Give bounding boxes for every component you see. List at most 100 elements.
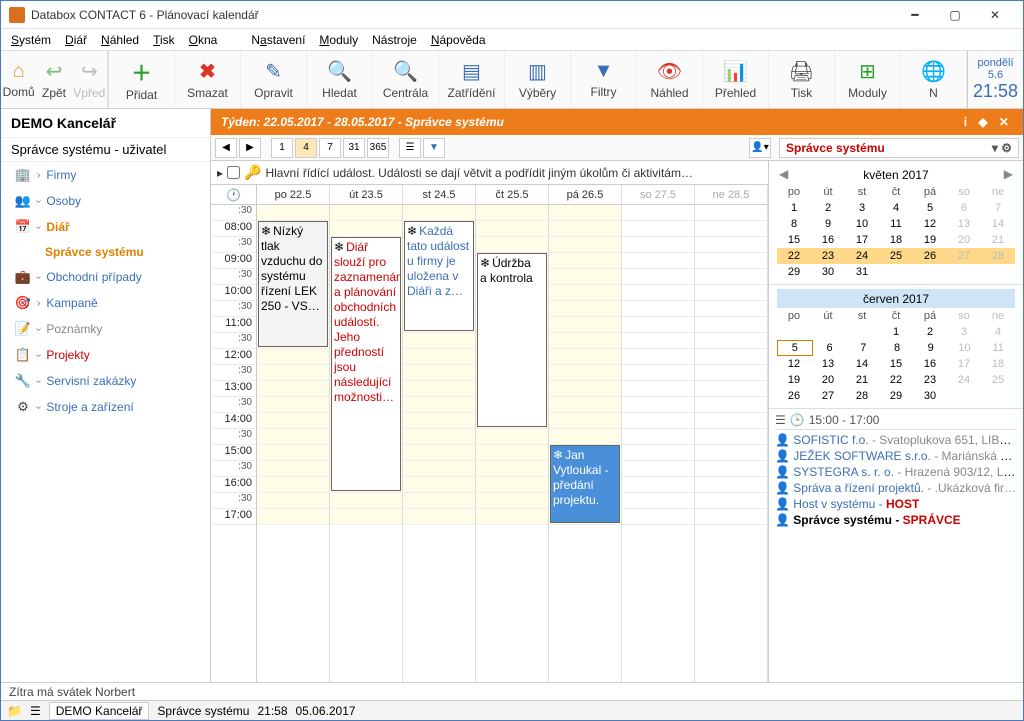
day-col-sat[interactable]: so 27.5: [622, 185, 695, 682]
info-checkbox[interactable]: [227, 166, 240, 179]
sidebar-item-obchodni[interactable]: 💼›Obchodní případy: [1, 264, 210, 290]
calendar-grid[interactable]: 🕐 :3008:00:3009:00:3010:00:3011:00:3012:…: [211, 185, 768, 682]
sidebar-item-osoby[interactable]: 👥›Osoby: [1, 188, 210, 214]
minimize-button[interactable]: ━: [895, 3, 935, 27]
list-small-icon[interactable]: ☰: [30, 704, 41, 718]
user-select[interactable]: Správce systému▾ ⚙: [779, 138, 1019, 158]
event[interactable]: ❄Údržbaa kontrola: [477, 253, 547, 427]
tool-delete[interactable]: ✖Smazat: [175, 51, 241, 108]
menu-diary[interactable]: Diář: [59, 31, 93, 49]
mini-calendar-jun[interactable]: červen 2017 poútstčtpásone 1234567891011…: [769, 285, 1023, 409]
clock-date: 5.6: [988, 69, 1003, 81]
day-col-sun[interactable]: ne 28.5: [695, 185, 768, 682]
taskbar-office[interactable]: DEMO Kancelář: [49, 702, 150, 720]
nav-back[interactable]: ↩Zpět: [36, 51, 71, 108]
view-month31[interactable]: 31: [343, 138, 365, 158]
cal-next[interactable]: ▶: [1004, 167, 1013, 181]
task-item[interactable]: 👤 JEŽEK SOFTWARE s.r.o. - Mariánská 323…: [775, 448, 1017, 464]
tool-funnel[interactable]: ▼: [423, 138, 445, 158]
tool-view[interactable]: 👁Náhled: [637, 51, 703, 108]
clock-icon: 🕐: [211, 185, 256, 205]
event[interactable]: ❄JanVytloukal - předání projektu.: [550, 445, 620, 523]
menu-tools[interactable]: Nástroje: [366, 31, 423, 49]
view-day1[interactable]: 1: [271, 138, 293, 158]
note-icon: 📝: [15, 321, 31, 337]
menu-system[interactable]: Systém: [5, 31, 57, 49]
task-item[interactable]: 👤 SYSTEGRA s. r. o. - Hrazená 903/12, Li…: [775, 464, 1017, 480]
tool-select[interactable]: ▥Výběry: [505, 51, 571, 108]
sidebar: DEMO Kancelář Správce systému - uživatel…: [1, 109, 211, 682]
sidebar-item-kampane[interactable]: 🎯›Kampaně: [1, 290, 210, 316]
toolbar: ⌂Domů ↩Zpět ↪Vpřed ＋Přidat ✖Smazat ✎Opra…: [1, 51, 1023, 109]
tool-print[interactable]: 🖨Tisk: [769, 51, 835, 108]
menu-windows[interactable]: Okna: [183, 31, 224, 49]
tool-list[interactable]: ☰: [399, 138, 421, 158]
maximize-button[interactable]: ▢: [935, 3, 975, 27]
menu-help[interactable]: Nápověda: [425, 31, 492, 49]
sidebar-item-spravce[interactable]: Správce systému: [1, 240, 210, 264]
event[interactable]: ❄Nízkýtlak vzduchu do systému řízení LEK…: [258, 221, 328, 347]
week-title: Týden: 22.05.2017 - 28.05.2017 - Správce…: [221, 115, 504, 129]
tool-filter[interactable]: ▼Filtry: [571, 51, 637, 108]
info-row: ▸ 🔑 Hlavní řídící událost. Události se d…: [211, 161, 768, 185]
task-item[interactable]: 👤 Správa a řízení projektů. - .Ukázková …: [775, 480, 1017, 496]
view-year[interactable]: 365: [367, 138, 389, 158]
event[interactable]: ❄Diářslouží pro zaznamenání a plánování …: [331, 237, 401, 491]
service-icon: 🔧: [15, 373, 31, 389]
app-icon: [9, 7, 25, 23]
task-item[interactable]: 👤 Správce systému - SPRÁVCE: [775, 512, 1017, 528]
tool-edit[interactable]: ✎Opravit: [241, 51, 307, 108]
sidebar-item-projekty[interactable]: 📋›Projekty: [1, 342, 210, 368]
day-col-tue[interactable]: út 23.5❄Diářslouží pro zaznamenání a plá…: [330, 185, 403, 682]
sidebar-item-diar[interactable]: 📅›Diář: [1, 214, 210, 240]
task-item[interactable]: 👤 Host v systému - HOST: [775, 496, 1017, 512]
day-col-fri[interactable]: pá 26.5❄JanVytloukal - předání projektu.: [549, 185, 622, 682]
sidebar-item-stroje[interactable]: ⚙›Stroje a zařízení: [1, 394, 210, 420]
nav-next[interactable]: ▶: [239, 138, 261, 158]
menu-view[interactable]: Náhled: [95, 31, 145, 49]
key-icon: 🔑: [244, 164, 261, 181]
nav-forward[interactable]: ↪Vpřed: [72, 51, 107, 108]
mini-calendar-may[interactable]: ◀květen 2017▶ poútstčtpásone 12345678910…: [769, 161, 1023, 285]
toolbar-clock: pondělí 5.6 21:58: [967, 51, 1023, 108]
tool-n[interactable]: 🌐N: [901, 51, 967, 108]
menu-modules[interactable]: Moduly: [313, 31, 364, 49]
tool-find[interactable]: 🔍Hledat: [307, 51, 373, 108]
time-column: 🕐 :3008:00:3009:00:3010:00:3011:00:3012:…: [211, 185, 257, 682]
tool-add[interactable]: ＋Přidat: [109, 51, 175, 108]
user-icon[interactable]: 👤▾: [749, 138, 771, 158]
day-col-mon[interactable]: po 22.5❄Nízkýtlak vzduchu do systému říz…: [257, 185, 330, 682]
tool-modules[interactable]: ⊞Moduly: [835, 51, 901, 108]
day-col-wed[interactable]: st 24.5❄Každátato událost u firmy je ulo…: [403, 185, 476, 682]
day-col-thu[interactable]: čt 25.5❄Údržbaa kontrola: [476, 185, 549, 682]
week-header: Týden: 22.05.2017 - 28.05.2017 - Správce…: [211, 109, 1023, 135]
menu-settings[interactable]: Nastavení: [245, 31, 311, 49]
close-button[interactable]: ✕: [975, 3, 1015, 27]
building-icon: 🏢: [15, 167, 31, 183]
side-panels: ◀květen 2017▶ poútstčtpásone 12345678910…: [769, 161, 1023, 682]
menu-print[interactable]: Tisk: [147, 31, 181, 49]
task-item[interactable]: 👤 SOFISTIC f.o. - Svatoplukova 651, LIBE…: [775, 432, 1017, 448]
tool-overview[interactable]: 📊Přehled: [703, 51, 769, 108]
sidebar-header: DEMO Kancelář: [1, 109, 210, 138]
info-text: Hlavní řídící událost. Události se dají …: [265, 166, 693, 180]
nav-prev[interactable]: ◀: [215, 138, 237, 158]
clock-day: pondělí: [977, 57, 1013, 69]
view-week7[interactable]: 7: [319, 138, 341, 158]
header-icons[interactable]: i ◆ ✕: [964, 115, 1013, 129]
task-header: ☰🕒15:00 - 17:00: [775, 413, 1017, 430]
cal-prev[interactable]: ◀: [779, 167, 788, 181]
folder-icon[interactable]: 📁: [7, 704, 22, 718]
tool-classify[interactable]: ▤Zatřídění: [439, 51, 505, 108]
event[interactable]: ❄Každátato událost u firmy je uložena v …: [404, 221, 474, 331]
list-icon[interactable]: ☰: [775, 413, 786, 427]
calendar-icon: 📅: [15, 219, 31, 235]
nav-home[interactable]: ⌂Domů: [1, 51, 36, 108]
tool-central[interactable]: 🔍Centrála: [373, 51, 439, 108]
expand-icon[interactable]: ▸: [217, 166, 223, 180]
sidebar-item-firmy[interactable]: 🏢›Firmy: [1, 162, 210, 188]
view-day4[interactable]: 4: [295, 138, 317, 158]
clock-time: 21:58: [973, 81, 1018, 102]
sidebar-item-poznamky[interactable]: 📝›Poznámky: [1, 316, 210, 342]
sidebar-item-servisni[interactable]: 🔧›Servisní zakázky: [1, 368, 210, 394]
